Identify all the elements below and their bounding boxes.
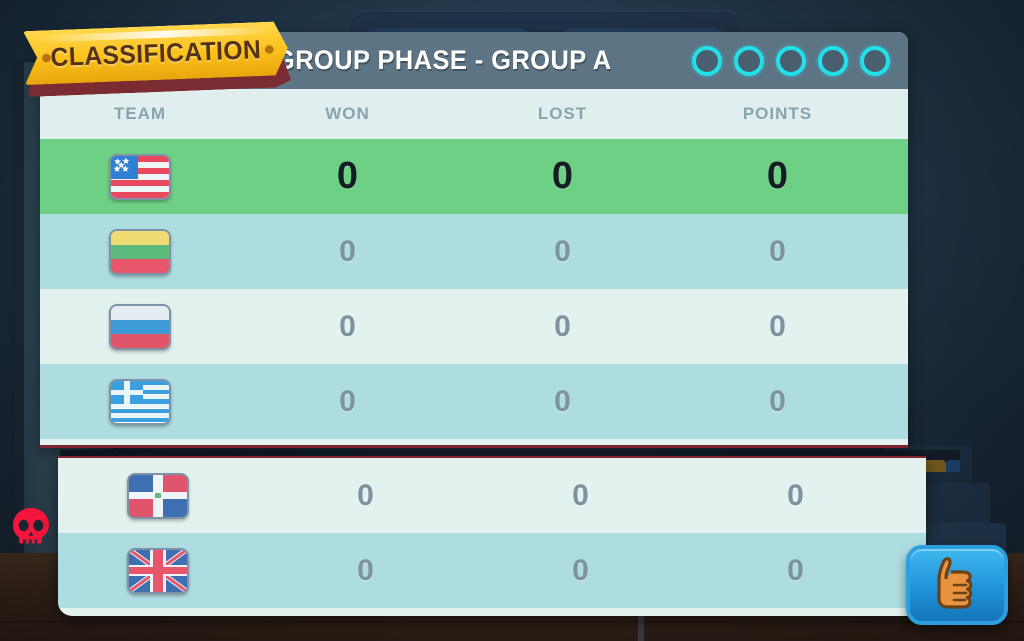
united-kingdom-flag: [127, 548, 189, 594]
cell-points: 0: [670, 310, 885, 344]
table-row[interactable]: 000: [58, 533, 926, 608]
dominican-republic-flag: [127, 473, 189, 519]
russia-flag: [109, 304, 171, 350]
round-pip: [776, 46, 806, 76]
classification-panel-bottom: 000000: [58, 456, 926, 616]
group-phase-title: GROUP PHASE - GROUP A: [275, 45, 612, 76]
round-progress-pips: [692, 46, 890, 76]
table-row[interactable]: 000: [40, 139, 908, 214]
cell-won: 0: [240, 155, 455, 198]
round-pip: [818, 46, 848, 76]
cell-points: 0: [670, 235, 885, 269]
classification-panel-top: GROUP PHASE - GROUP A TEAM WON LOST POIN…: [40, 32, 908, 448]
game-screen: GROUP PHASE - GROUP A TEAM WON LOST POIN…: [0, 0, 1024, 641]
cell-won: 0: [240, 310, 455, 344]
team-flag-cell: [40, 304, 240, 350]
cell-lost: 0: [455, 310, 670, 344]
round-pip: [692, 46, 722, 76]
cell-won: 0: [258, 479, 473, 513]
cell-lost: 0: [473, 479, 688, 513]
classification-ribbon: CLASSIFICATION: [23, 21, 293, 93]
column-header-lost: LOST: [455, 104, 670, 124]
round-pip: [860, 46, 890, 76]
column-header-points: POINTS: [670, 104, 885, 124]
greece-flag: [109, 379, 171, 425]
team-flag-cell: [58, 548, 258, 594]
table-row[interactable]: 000: [58, 458, 926, 533]
table-row[interactable]: 000: [40, 289, 908, 364]
confirm-button[interactable]: [906, 545, 1008, 625]
table-row[interactable]: 000: [40, 214, 908, 289]
team-flag-cell: [40, 154, 240, 200]
cell-lost: 0: [473, 554, 688, 588]
column-header-team: TEAM: [40, 104, 240, 124]
ribbon-label: CLASSIFICATION: [30, 21, 283, 85]
cell-lost: 0: [455, 385, 670, 419]
round-pip: [734, 46, 764, 76]
cell-lost: 0: [455, 235, 670, 269]
cell-won: 0: [240, 385, 455, 419]
cell-lost: 0: [455, 155, 670, 198]
cell-points: 0: [670, 155, 885, 198]
team-flag-cell: [40, 229, 240, 275]
team-flag-cell: [58, 473, 258, 519]
thumbs-up-icon: [930, 554, 984, 617]
table-column-headers: TEAM WON LOST POINTS: [40, 89, 908, 139]
skull-icon: [8, 505, 54, 551]
cell-won: 0: [258, 554, 473, 588]
table-row[interactable]: 000: [40, 364, 908, 439]
cell-won: 0: [240, 235, 455, 269]
lithuania-flag: [109, 229, 171, 275]
cell-points: 0: [688, 554, 903, 588]
usa-flag: [109, 154, 171, 200]
team-flag-cell: [40, 379, 240, 425]
column-header-won: WON: [240, 104, 455, 124]
cell-points: 0: [688, 479, 903, 513]
cell-points: 0: [670, 385, 885, 419]
